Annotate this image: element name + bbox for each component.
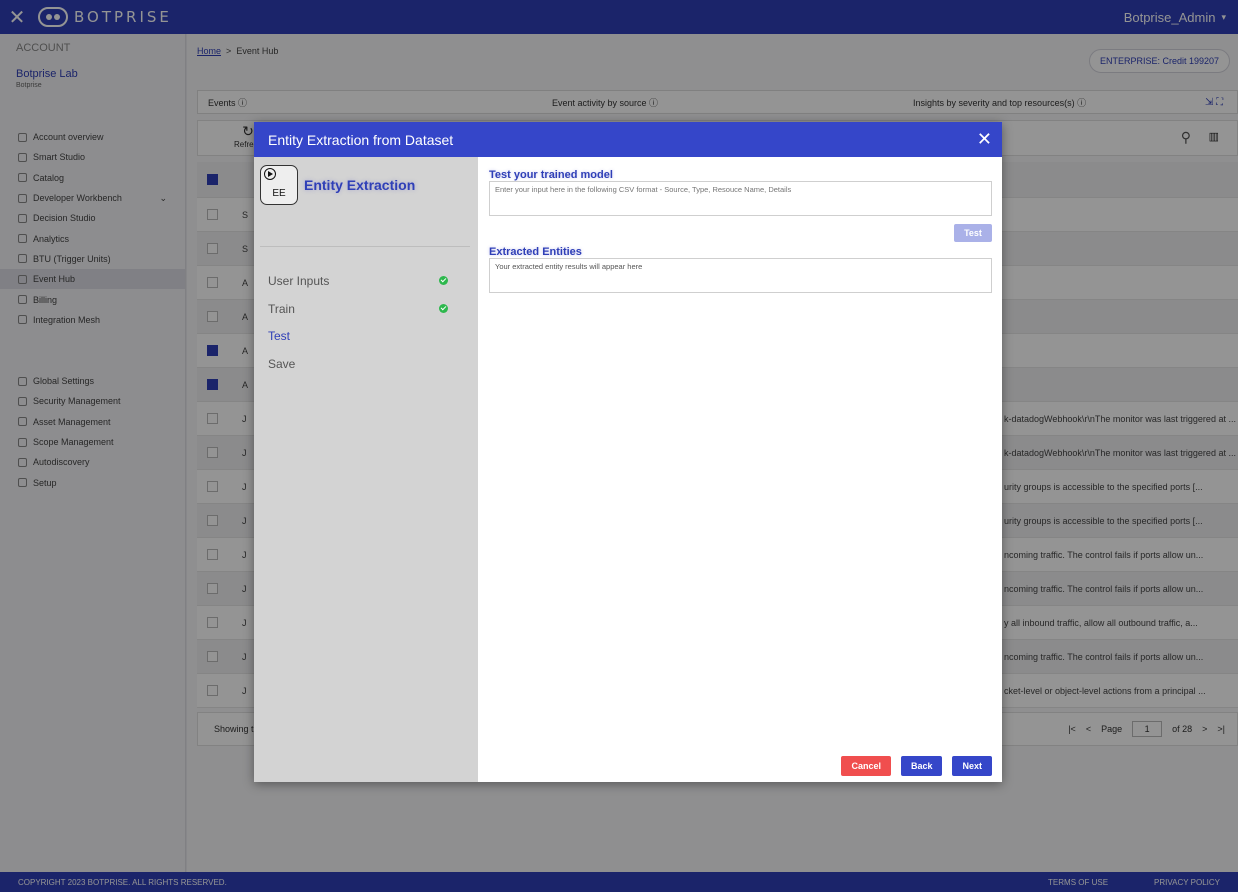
back-button[interactable]: Back — [900, 756, 943, 776]
check-circle-icon — [439, 276, 448, 286]
ee-label: EE — [272, 188, 286, 199]
step-label: Save — [268, 356, 296, 371]
step-test[interactable]: Test — [268, 322, 448, 350]
modal-header: Entity Extraction from Dataset ✕ — [254, 122, 1002, 157]
step-train[interactable]: Train — [268, 295, 448, 323]
modal-actions: Cancel Back Next — [841, 756, 992, 776]
extracted-results: Your extracted entity results will appea… — [489, 258, 992, 293]
step-user-inputs[interactable]: User Inputs — [268, 267, 448, 295]
cancel-button[interactable]: Cancel — [841, 756, 891, 776]
test-section-title: Test your trained model — [489, 169, 613, 181]
extracted-section-title: Extracted Entities — [489, 246, 582, 258]
wizard-sidebar: EE Entity Extraction User Inputs Train T… — [254, 157, 478, 782]
check-circle-icon — [439, 304, 448, 314]
wizard-content: Test your trained model Test Extracted E… — [489, 157, 992, 293]
wizard-steps: User Inputs Train Test Save — [268, 267, 448, 378]
step-label: Test — [268, 329, 291, 344]
next-button[interactable]: Next — [952, 756, 992, 776]
play-icon — [264, 168, 276, 180]
divider — [260, 246, 470, 247]
step-label: Train — [268, 301, 295, 316]
entity-extraction-modal: Entity Extraction from Dataset ✕ EE Enti… — [254, 122, 1002, 782]
modal-title: Entity Extraction from Dataset — [268, 131, 454, 148]
entity-extraction-logo: EE — [260, 165, 298, 205]
test-button[interactable]: Test — [954, 224, 992, 242]
close-icon[interactable]: ✕ — [977, 129, 992, 150]
test-input[interactable] — [489, 181, 992, 216]
step-save[interactable]: Save — [268, 350, 448, 378]
wizard-title: Entity Extraction — [304, 177, 416, 193]
step-label: User Inputs — [268, 273, 330, 288]
